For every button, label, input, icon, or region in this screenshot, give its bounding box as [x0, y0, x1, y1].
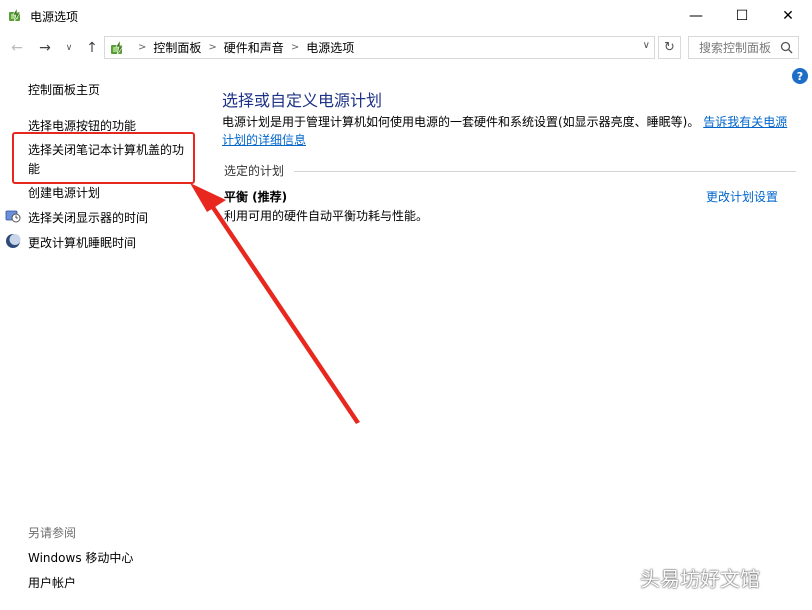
page-title: 选择或自定义电源计划 [222, 91, 383, 110]
breadcrumb-hardware-sound[interactable]: 硬件和声音 [224, 39, 284, 56]
plan-name: 平衡 (推荐) [224, 190, 288, 204]
window-title: 电源选项 [30, 10, 79, 24]
power-options-icon [9, 7, 21, 23]
annotation-arrow [190, 183, 360, 424]
close-button[interactable]: ✕ [765, 0, 811, 31]
plan-description: 利用可用的硬件自动平衡功耗与性能。 [224, 209, 429, 223]
intro-text: 电源计划是用于管理计算机如何使用电源的一套硬件和系统设置(如显示器亮度、睡眠等)… [222, 115, 700, 129]
sidebar-item-create-plan[interactable]: 创建电源计划 [28, 184, 100, 201]
watermark-text: 头易坊好文馆 [640, 567, 760, 591]
address-dropdown-icon[interactable]: ∨ [643, 40, 650, 51]
address-bar[interactable]: > 控制面板 > 硬件和声音 > 电源选项 ∨ [104, 36, 655, 59]
search-box[interactable] [688, 36, 799, 59]
breadcrumb-separator-icon[interactable]: > [208, 42, 216, 53]
breadcrumb-separator-icon: > [138, 42, 147, 53]
breadcrumb-control-panel[interactable]: 控制面板 [153, 39, 201, 56]
back-button[interactable]: ← [6, 37, 28, 59]
refresh-button[interactable]: ↻ [658, 36, 681, 59]
search-icon[interactable] [780, 41, 793, 54]
breadcrumb-power-options[interactable]: 电源选项 [306, 39, 354, 56]
navigation-bar: ← → ∨ ↑ > 控制面板 > 硬件和声音 > 电源选项 ∨ ↻ [0, 34, 812, 62]
moon-icon [6, 234, 21, 248]
maximize-button[interactable]: ☐ [719, 0, 765, 31]
sidebar-item-sleep-time[interactable]: 更改计算机睡眠时间 [28, 234, 136, 251]
control-panel-icon [111, 38, 124, 55]
help-icon[interactable]: ? [792, 68, 808, 84]
annotation-highlight-box [12, 132, 195, 184]
recent-locations-button[interactable]: ∨ [62, 37, 76, 59]
section-divider [294, 171, 796, 172]
change-plan-settings-link[interactable]: 更改计划设置 [706, 188, 778, 205]
control-panel-home-link[interactable]: 控制面板主页 [28, 81, 100, 98]
sidebar-item-display-off[interactable]: 选择关闭显示器的时间 [28, 209, 148, 226]
mobility-center-link[interactable]: Windows 移动中心 [28, 549, 133, 566]
selected-plan-heading: 选定的计划 [224, 164, 285, 178]
up-button[interactable]: ↑ [82, 37, 102, 59]
breadcrumb-separator-icon[interactable]: > [291, 42, 299, 53]
title-bar: 电源选项 — ☐ ✕ [0, 0, 812, 31]
annotation-arrow-head [190, 183, 226, 212]
user-accounts-link[interactable]: 用户帐户 [28, 574, 76, 591]
forward-button[interactable]: → [34, 37, 56, 59]
annotation-arrow-shaft [204, 196, 360, 424]
see-also-heading: 另请参阅 [28, 526, 77, 540]
minimize-button[interactable]: — [673, 0, 719, 31]
intro-paragraph: 电源计划是用于管理计算机如何使用电源的一套硬件和系统设置(如显示器亮度、睡眠等)… [222, 113, 797, 149]
search-input[interactable] [699, 40, 777, 55]
monitor-clock-icon [5, 210, 21, 223]
